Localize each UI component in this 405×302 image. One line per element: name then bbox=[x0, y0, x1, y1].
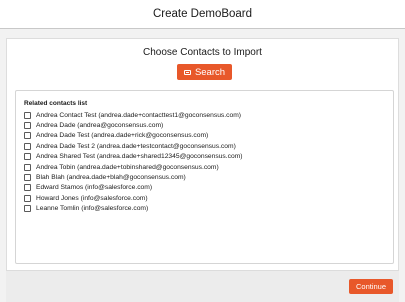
continue-button[interactable]: Continue bbox=[349, 279, 393, 294]
contact-checkbox[interactable] bbox=[24, 184, 31, 192]
list-item[interactable]: Andrea Contact Test (andrea.dade+contact… bbox=[24, 110, 243, 120]
list-item[interactable]: Leanne Tomlin (info@salesforce.com) bbox=[24, 204, 243, 214]
contact-checkbox[interactable] bbox=[24, 132, 31, 140]
contact-label: Andrea Tobin (andrea.dade+tobinshared@go… bbox=[36, 163, 219, 171]
contact-checkbox[interactable] bbox=[24, 122, 31, 130]
contact-label: Howard Jones (info@salesforce.com) bbox=[36, 194, 148, 202]
contact-label: Edward Stamos (info@salesforce.com) bbox=[36, 184, 153, 192]
contact-label: Andrea Contact Test (andrea.dade+contact… bbox=[36, 111, 241, 119]
page-title: Create DemoBoard bbox=[152, 8, 253, 20]
search-icon bbox=[183, 69, 191, 75]
contact-label: Blah Blah (andrea.dade+blah@goconsensus.… bbox=[36, 174, 186, 182]
header-bar: Create DemoBoard bbox=[0, 0, 405, 29]
contact-checkbox[interactable] bbox=[24, 111, 31, 119]
contact-label: Leanne Tomlin (info@salesforce.com) bbox=[36, 205, 149, 213]
list-item[interactable]: Andrea Tobin (andrea.dade+tobinshared@go… bbox=[24, 162, 243, 172]
contacts-list-panel: Related contacts list Andrea Contact Tes… bbox=[15, 90, 394, 264]
contact-checkbox[interactable] bbox=[24, 194, 31, 202]
list-item[interactable]: Andrea Dade Test (andrea.dade+rick@gocon… bbox=[24, 131, 243, 141]
footer-bar: Continue bbox=[6, 270, 399, 302]
contact-checkbox[interactable] bbox=[24, 205, 31, 213]
section-title: Choose Contacts to Import bbox=[143, 47, 262, 58]
contact-checkbox[interactable] bbox=[24, 153, 31, 161]
contact-checkbox[interactable] bbox=[24, 174, 31, 182]
list-item[interactable]: Edward Stamos (info@salesforce.com) bbox=[24, 183, 243, 193]
contacts-list-heading: Related contacts list bbox=[24, 100, 88, 107]
contact-list: Andrea Contact Test (andrea.dade+contact… bbox=[24, 110, 243, 214]
contact-checkbox[interactable] bbox=[24, 163, 31, 171]
search-button[interactable]: Search bbox=[177, 64, 232, 80]
list-item[interactable]: Howard Jones (info@salesforce.com) bbox=[24, 193, 243, 203]
search-button-label: Search bbox=[194, 66, 226, 78]
contact-label: Andrea Dade Test 2 (andrea.dade+testcont… bbox=[36, 142, 236, 150]
list-item[interactable]: Andrea Dade Test 2 (andrea.dade+testcont… bbox=[24, 141, 243, 151]
list-item[interactable]: Andrea Shared Test (andrea.dade+shared12… bbox=[24, 152, 243, 162]
list-item[interactable]: Blah Blah (andrea.dade+blah@goconsensus.… bbox=[24, 172, 243, 182]
contact-label: Andrea Dade Test (andrea.dade+rick@gocon… bbox=[36, 132, 209, 140]
import-panel: Choose Contacts to Import Search Related… bbox=[6, 38, 399, 270]
contact-label: Andrea Shared Test (andrea.dade+shared12… bbox=[36, 153, 243, 161]
contact-label: Andrea Dade (andrea@goconsensus.com) bbox=[36, 122, 164, 130]
list-item[interactable]: Andrea Dade (andrea@goconsensus.com) bbox=[24, 120, 243, 130]
contact-checkbox[interactable] bbox=[24, 142, 31, 150]
